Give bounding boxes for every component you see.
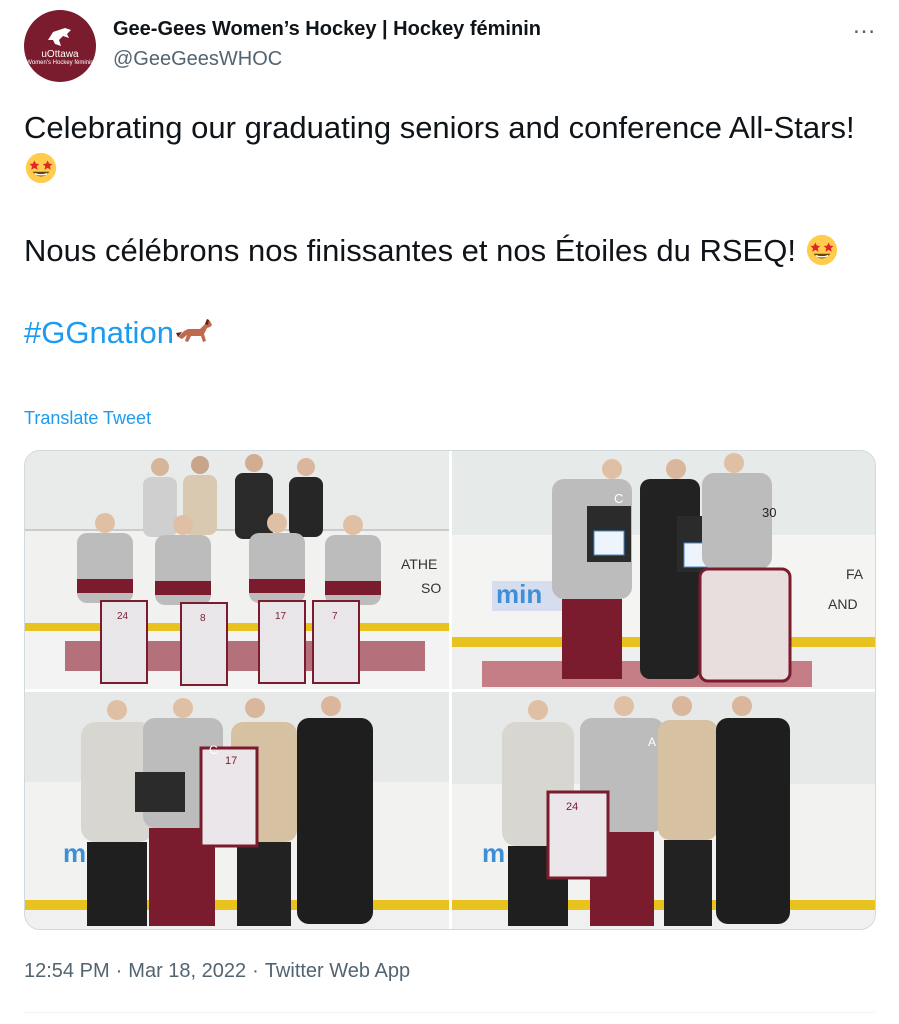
- jersey-letter: A: [648, 735, 656, 749]
- media-grid: ATHE SO 24 8 17 7 min FA AND 30 C m 17 C…: [24, 450, 876, 930]
- svg-text:m: m: [482, 838, 505, 868]
- svg-text:min: min: [496, 579, 542, 609]
- star-struck-emoji-icon: [806, 234, 837, 266]
- all-stars-photo[interactable]: min FA AND 30 C: [452, 451, 875, 689]
- captain-17-photo[interactable]: m 17 C: [25, 692, 449, 929]
- avatar[interactable]: uOttawa Women's Hockey féminin: [24, 10, 96, 82]
- tweet-line-english: Celebrating our graduating seniors and c…: [24, 107, 874, 189]
- poster-number: 17: [225, 755, 237, 767]
- tweet-source[interactable]: Twitter Web App: [265, 960, 410, 982]
- divider: [24, 1012, 875, 1013]
- avatar-text-uottawa: uOttawa: [41, 48, 79, 60]
- svg-text:SO: SO: [421, 580, 441, 596]
- svg-text:m: m: [63, 838, 86, 868]
- star-struck-emoji-icon: [25, 152, 57, 184]
- author-handle[interactable]: @GeeGeesWHOC: [113, 48, 282, 71]
- assistant-24-photo[interactable]: m 24 A: [452, 692, 875, 929]
- tweet-line-french: Nous célébrons nos finissantes et nos Ét…: [24, 230, 874, 271]
- tweet-meta: 12:54 PM · Mar 18, 2022 · Twitter Web App: [24, 960, 410, 983]
- meta-separator: ·: [115, 960, 123, 982]
- poster-number: 8: [200, 613, 206, 624]
- poster-number: 17: [275, 611, 287, 622]
- hashtag-link[interactable]: #GGnation: [24, 315, 174, 350]
- author-name[interactable]: Gee-Gees Women’s Hockey | Hockey féminin: [113, 18, 541, 41]
- svg-text:FA: FA: [846, 566, 864, 582]
- jersey-number: 30: [762, 505, 776, 520]
- tweet-hashtag-line: #GGnation: [24, 312, 874, 353]
- tweet-date[interactable]: Mar 18, 2022: [128, 960, 246, 982]
- gee-gees-horse-logo-icon: [48, 27, 71, 46]
- jersey-letter: C: [209, 743, 218, 757]
- horse-emoji-icon: [175, 319, 212, 342]
- avatar-text-team: Women's Hockey féminin: [26, 59, 94, 66]
- banner-text: ATHE: [401, 556, 437, 572]
- svg-text:AND: AND: [828, 596, 858, 612]
- more-options-icon[interactable]: …: [852, 14, 877, 38]
- poster-number: 7: [332, 611, 338, 622]
- tweet-time[interactable]: 12:54 PM: [24, 960, 110, 982]
- jersey-letter: C: [614, 491, 623, 506]
- poster-number: 24: [566, 801, 578, 813]
- meta-separator: ·: [252, 960, 259, 982]
- tweet-text: Celebrating our graduating seniors and c…: [24, 107, 874, 353]
- translate-tweet-link[interactable]: Translate Tweet: [24, 408, 151, 429]
- poster-number: 24: [117, 611, 129, 622]
- team-seniors-photo[interactable]: ATHE SO 24 8 17 7: [25, 451, 449, 689]
